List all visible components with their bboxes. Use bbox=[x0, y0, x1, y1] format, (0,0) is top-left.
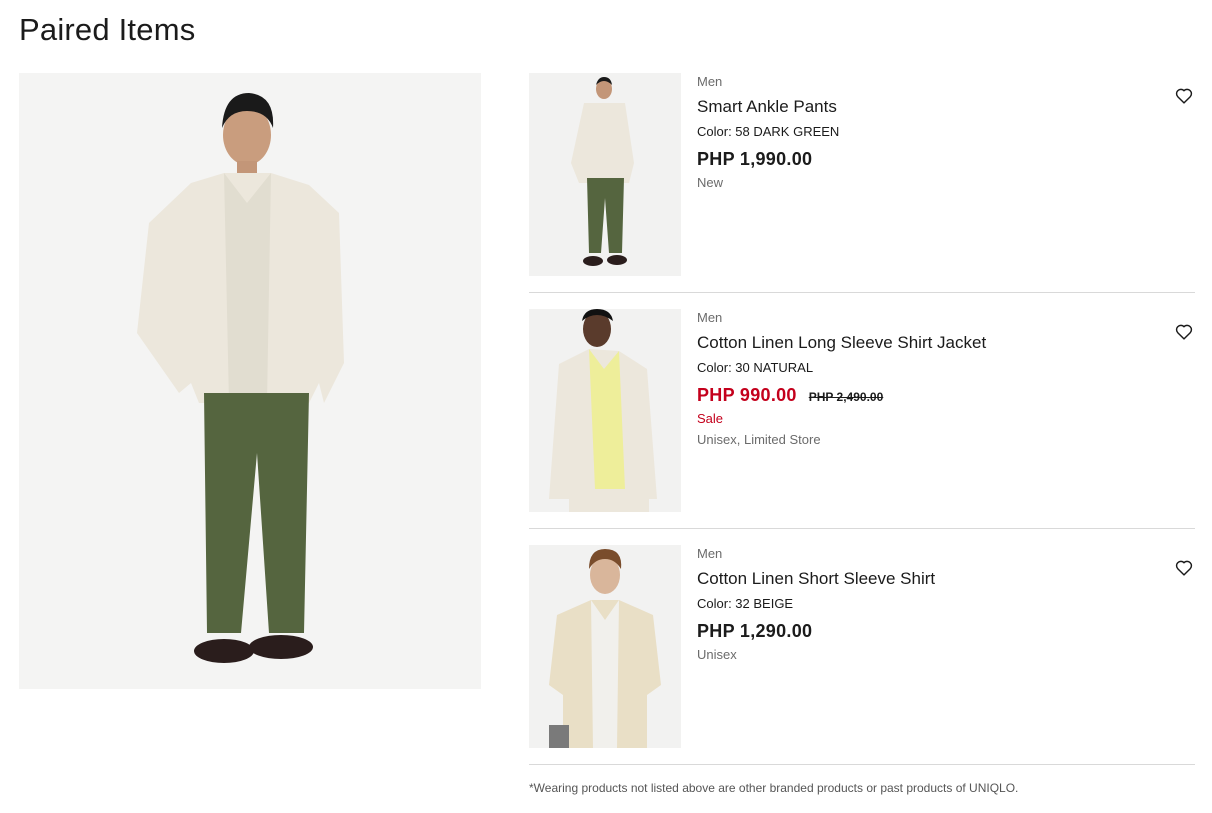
page-title: Paired Items bbox=[19, 12, 196, 47]
product-info: Men Smart Ankle Pants Color: 58 DARK GRE… bbox=[697, 73, 1137, 193]
product-sub-tag: Unisex, Limited Store bbox=[697, 432, 821, 447]
product-original-price: PHP 2,490.00 bbox=[808, 390, 884, 404]
product-sale-price: PHP 990.00 bbox=[697, 385, 797, 405]
product-thumbnail[interactable] bbox=[529, 73, 681, 276]
wishlist-button[interactable] bbox=[1173, 557, 1195, 579]
heart-icon bbox=[1175, 324, 1193, 340]
product-color: Color: 32 BEIGE bbox=[697, 596, 794, 611]
price-row: PHP 990.00 PHP 2,490.00 bbox=[697, 385, 1137, 408]
model-photo bbox=[19, 73, 481, 689]
price-row: PHP 1,990.00 bbox=[697, 149, 1137, 172]
product-photo bbox=[529, 73, 681, 276]
product-thumbnail[interactable] bbox=[529, 545, 681, 748]
product-tag: Unisex bbox=[697, 647, 737, 662]
product-gender: Men bbox=[697, 74, 723, 89]
product-name[interactable]: Smart Ankle Pants bbox=[697, 97, 1137, 119]
product-card[interactable]: Men Cotton Linen Long Sleeve Shirt Jacke… bbox=[529, 309, 1195, 529]
product-card[interactable]: Men Smart Ankle Pants Color: 58 DARK GRE… bbox=[529, 73, 1195, 293]
wishlist-button[interactable] bbox=[1173, 321, 1195, 343]
main-outfit-image[interactable] bbox=[19, 73, 481, 689]
product-photo bbox=[529, 545, 681, 748]
product-info: Men Cotton Linen Short Sleeve Shirt Colo… bbox=[697, 545, 1137, 665]
product-name[interactable]: Cotton Linen Long Sleeve Shirt Jacket bbox=[697, 333, 1137, 355]
product-name[interactable]: Cotton Linen Short Sleeve Shirt bbox=[697, 569, 1137, 591]
heart-icon bbox=[1175, 560, 1193, 576]
product-color: Color: 58 DARK GREEN bbox=[697, 124, 840, 139]
product-card[interactable]: Men Cotton Linen Short Sleeve Shirt Colo… bbox=[529, 545, 1195, 765]
product-price: PHP 1,290.00 bbox=[697, 621, 813, 641]
product-price: PHP 1,990.00 bbox=[697, 149, 813, 169]
disclaimer-footnote: *Wearing products not listed above are o… bbox=[529, 781, 1019, 795]
product-color: Color: 30 NATURAL bbox=[697, 360, 814, 375]
product-gender: Men bbox=[697, 310, 723, 325]
product-info: Men Cotton Linen Long Sleeve Shirt Jacke… bbox=[697, 309, 1137, 450]
heart-icon bbox=[1175, 88, 1193, 104]
product-tag: New bbox=[697, 175, 724, 190]
product-sale-tag: Sale bbox=[697, 411, 724, 426]
product-photo bbox=[529, 309, 681, 512]
product-thumbnail[interactable] bbox=[529, 309, 681, 512]
price-row: PHP 1,290.00 bbox=[697, 621, 1137, 644]
wishlist-button[interactable] bbox=[1173, 85, 1195, 107]
product-gender: Men bbox=[697, 546, 723, 561]
paired-products-list: Men Smart Ankle Pants Color: 58 DARK GRE… bbox=[529, 73, 1195, 781]
